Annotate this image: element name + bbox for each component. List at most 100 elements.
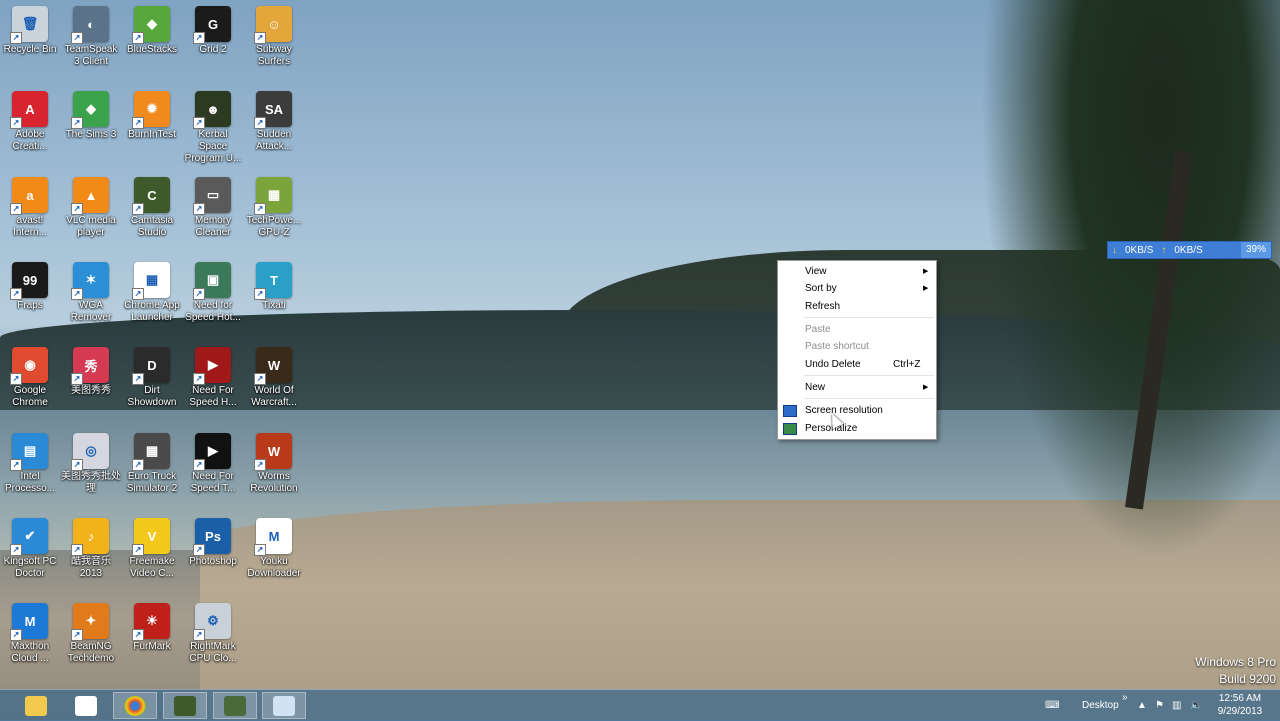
desktop-icon[interactable]: 秀 ↗ 美图秀秀 bbox=[61, 341, 121, 397]
desktop-icon-label: Youku Downloader bbox=[247, 556, 301, 579]
app-icon: M ↗ bbox=[10, 603, 48, 641]
recorder-icon bbox=[224, 695, 246, 716]
desktop-icon[interactable]: ◆ ↗ The Sims 3 bbox=[61, 85, 121, 141]
desktop-icon[interactable]: ▲ ↗ VLC media player bbox=[61, 171, 121, 239]
shortcut-arrow-icon: ↗ bbox=[10, 459, 22, 471]
desktop-icon[interactable]: ✹ ↗ BurnInTest bbox=[122, 85, 182, 141]
desktop-icon[interactable]: ☻ ↗ Kerbal Space Program U... bbox=[183, 85, 243, 165]
app-icon: ✹ ↗ bbox=[132, 91, 170, 129]
keyboard-icon[interactable]: ⌨ bbox=[1045, 690, 1059, 721]
network-meter-widget[interactable]: ↓ 0KB/S ↑ 0KB/S 39% bbox=[1107, 241, 1272, 259]
shortcut-arrow-icon: ↗ bbox=[193, 459, 205, 471]
desktop-icon[interactable]: ▶ ↗ Need For Speed H... bbox=[183, 341, 243, 409]
desktop-icon[interactable]: T ↗ Tixati bbox=[244, 256, 304, 312]
desktop-icon[interactable]: ☀ ↗ FurMark bbox=[122, 597, 182, 653]
menu-item-paste-shortcut[interactable]: Paste shortcut bbox=[778, 338, 936, 355]
desktop-icon[interactable]: W ↗ Worms Revolution bbox=[244, 427, 304, 495]
shortcut-arrow-icon: ↗ bbox=[254, 32, 266, 44]
desktop-icon[interactable]: ▭ ↗ Memory Cleaner bbox=[183, 171, 243, 239]
desktop-icon[interactable]: ☺ ↗ Subway Surfers bbox=[244, 0, 304, 68]
app-icon: ☺ ↗ bbox=[254, 6, 292, 44]
desktop-icon-label: VLC media player bbox=[66, 215, 116, 238]
taskbar-camtasia[interactable] bbox=[163, 692, 207, 719]
desktop-icon-label: Adobe Creati... bbox=[12, 129, 48, 152]
desktop-icon[interactable]: Ps ↗ Photoshop bbox=[183, 512, 243, 568]
desktop-icon[interactable]: D ↗ Dirt Showdown bbox=[122, 341, 182, 409]
folder-icon bbox=[25, 695, 47, 716]
taskbar-chrome[interactable] bbox=[113, 692, 157, 719]
desktop-icon[interactable]: A ↗ Adobe Creati... bbox=[0, 85, 60, 153]
menu-item-personalize[interactable]: Personalize bbox=[778, 420, 936, 437]
upload-speed: 0KB/S bbox=[1174, 244, 1203, 256]
menu-item-screen-resolution[interactable]: Screen resolution bbox=[778, 402, 936, 419]
app-icon: ◆ ↗ bbox=[132, 6, 170, 44]
volume-icon[interactable]: 🔈 bbox=[1190, 690, 1202, 721]
desktop-icon[interactable]: ✦ ↗ BeamNG Techdemo bbox=[61, 597, 121, 665]
taskbar-file-explorer[interactable] bbox=[14, 692, 58, 719]
taskbar-camtasia-recorder[interactable] bbox=[213, 692, 257, 719]
desktop-icon[interactable]: ▦ ↗ TechPowe... GPU-Z bbox=[244, 171, 304, 239]
shortcut-arrow-icon: ↗ bbox=[10, 373, 22, 385]
desktop-icon[interactable]: ◎ ↗ 美图秀秀批处理 bbox=[61, 427, 121, 495]
desktop-icon-label: Need for Speed Hot... bbox=[185, 300, 241, 323]
toolbar-chevron[interactable]: » bbox=[1122, 690, 1128, 721]
upload-arrow-icon: ↑ bbox=[1161, 244, 1167, 256]
desktop-icon[interactable]: SA ↗ Sudden Attack... bbox=[244, 85, 304, 153]
desktop-icon[interactable]: V ↗ Freemake Video C... bbox=[122, 512, 182, 580]
shortcut-arrow-icon: ↗ bbox=[132, 117, 144, 129]
menu-separator bbox=[804, 317, 934, 318]
menu-item-new[interactable]: New ▶ bbox=[778, 379, 936, 396]
app-icon: W ↗ bbox=[254, 347, 292, 385]
desktop-icon-label: Euro Truck Simulator 2 bbox=[126, 471, 178, 494]
shortcut-arrow-icon: ↗ bbox=[71, 288, 83, 300]
menu-item-paste[interactable]: Paste bbox=[778, 321, 936, 338]
desktop-icon[interactable]: ▦ ↗ Chrome App Launcher bbox=[122, 256, 182, 324]
desktop-icon[interactable]: 🗑 ↗ Recycle Bin bbox=[0, 0, 60, 56]
desktop-icon[interactable]: G ↗ Grid 2 bbox=[183, 0, 243, 56]
network-icon[interactable]: ▥ bbox=[1172, 690, 1181, 721]
desktop-icon[interactable]: M ↗ Youku Downloader bbox=[244, 512, 304, 580]
shortcut-arrow-icon: ↗ bbox=[10, 288, 22, 300]
desktop-icon[interactable]: ◆ ↗ BlueStacks bbox=[122, 0, 182, 56]
desktop-icon[interactable]: ♪ ↗ 酷我音乐2013 bbox=[61, 512, 121, 580]
desktop-icon[interactable]: W ↗ World Of Warcraft... bbox=[244, 341, 304, 409]
desktop-icon-label: Tixati bbox=[262, 300, 286, 311]
desktop-icon[interactable]: ✔ ↗ Kingsoft PC Doctor bbox=[0, 512, 60, 580]
desktop-icon[interactable]: 99 ↗ Fraps bbox=[0, 256, 60, 312]
desktop-icon[interactable]: C ↗ Camtasia Studio bbox=[122, 171, 182, 239]
desktop-toolbar[interactable]: Desktop bbox=[1082, 690, 1119, 721]
menu-item-view[interactable]: View ▶ bbox=[778, 263, 936, 280]
desktop-icon[interactable]: ⚙ ↗ RightMark CPU Clo... bbox=[183, 597, 243, 665]
desktop-icon-label: TechPowe... GPU-Z bbox=[246, 215, 302, 238]
taskbar-app-launcher[interactable] bbox=[64, 692, 108, 719]
shortcut-arrow-icon: ↗ bbox=[132, 203, 144, 215]
app-icon: ▦ ↗ bbox=[132, 433, 170, 471]
desktop-icon-label: 美图秀秀批处理 bbox=[61, 471, 121, 494]
taskbar-notepad[interactable] bbox=[262, 692, 306, 719]
desktop-icon[interactable]: ◉ ↗ Google Chrome bbox=[0, 341, 60, 409]
desktop-icon[interactable]: M ↗ Maxthon Cloud ... bbox=[0, 597, 60, 665]
shortcut-arrow-icon: ↗ bbox=[10, 32, 22, 44]
menu-item-sort-by[interactable]: Sort by ▶ bbox=[778, 280, 936, 297]
shortcut-arrow-icon: ↗ bbox=[132, 544, 144, 556]
app-icon: ◉ ↗ bbox=[10, 347, 48, 385]
shortcut-arrow-icon: ↗ bbox=[193, 544, 205, 556]
desktop-icon-label: Maxthon Cloud ... bbox=[10, 641, 50, 664]
action-center-flag-icon[interactable]: ⚑ bbox=[1155, 690, 1164, 721]
app-icon: D ↗ bbox=[132, 347, 170, 385]
desktop-icon[interactable]: a ↗ avast! Intern... bbox=[0, 171, 60, 239]
desktop-icon[interactable]: ▶ ↗ Need For Speed T... bbox=[183, 427, 243, 495]
system-clock[interactable]: 12:56 AM 9/29/2013 bbox=[1210, 692, 1270, 718]
desktop-context-menu: View ▶ Sort by ▶ Refresh Paste Paste sho… bbox=[777, 260, 937, 440]
desktop-icon[interactable]: ▣ ↗ Need for Speed Hot... bbox=[183, 256, 243, 324]
show-hidden-icons-icon[interactable]: ▲ bbox=[1137, 690, 1147, 721]
app-icon: ▶ ↗ bbox=[193, 347, 231, 385]
desktop-icon[interactable]: ✶ ↗ WGA Remover bbox=[61, 256, 121, 324]
menu-item-undo-delete[interactable]: Undo Delete Ctrl+Z bbox=[778, 356, 936, 373]
desktop-icon[interactable]: ▦ ↗ Euro Truck Simulator 2 bbox=[122, 427, 182, 495]
desktop-icon[interactable]: ▤ ↗ Intel Processo... bbox=[0, 427, 60, 495]
desktop-icon[interactable]: ◐ ↗ TeamSpeak 3 Client bbox=[61, 0, 121, 68]
shortcut-arrow-icon: ↗ bbox=[193, 117, 205, 129]
menu-item-refresh[interactable]: Refresh bbox=[778, 298, 936, 315]
undo-shortcut-key: Ctrl+Z bbox=[893, 359, 921, 370]
